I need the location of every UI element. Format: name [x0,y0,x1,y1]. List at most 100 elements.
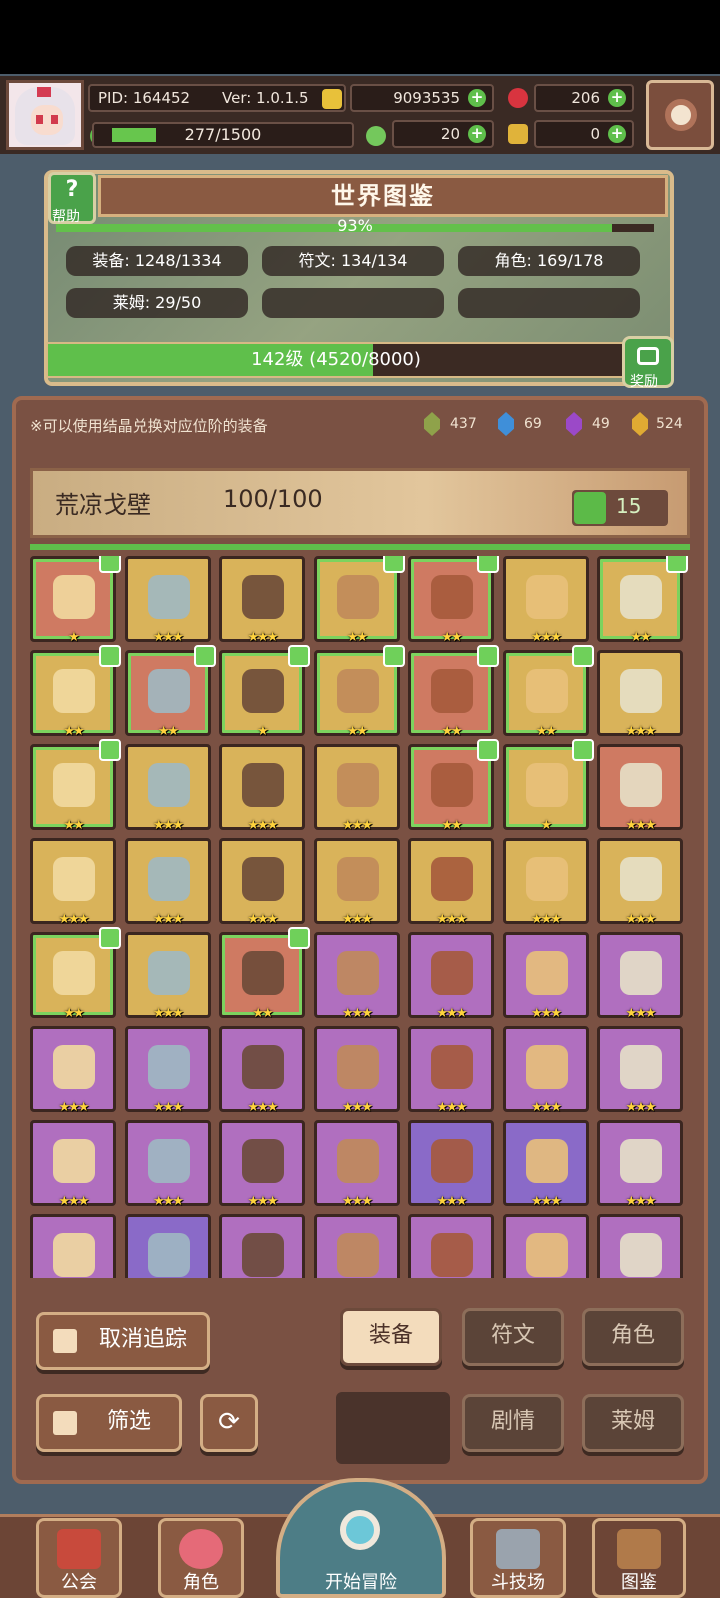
tab-characters[interactable]: 角色 [582,1308,684,1366]
item-cell[interactable]: ★★★ [597,744,683,833]
item-cell[interactable]: ★★★ [597,1026,683,1115]
item-cell[interactable]: ★★ [313,556,405,645]
item-cell[interactable]: ★★ [408,556,499,645]
item-icon [147,1233,190,1277]
item-cell[interactable]: ★★ [408,739,499,833]
item-icon [336,1139,379,1183]
gem-plus-button[interactable]: + [608,89,626,107]
item-cell[interactable]: ★ [502,739,594,833]
item-icon [525,951,568,995]
item-cell[interactable]: ★★★ [219,556,305,645]
item-cell[interactable]: ★ [219,645,310,739]
item-cell[interactable]: ★★★ [597,650,683,739]
tab-equipment[interactable]: 装备 [340,1308,442,1366]
item-icon [336,763,379,807]
item-cell[interactable]: ★★★ [408,838,494,927]
item-icon [620,1045,662,1089]
untrack-button[interactable]: 取消追踪 [36,1312,210,1370]
item-cell[interactable]: ★★★ [597,1120,683,1209]
gold-coin-icon [322,89,342,109]
atlas-title: 世界图鉴 [331,182,435,210]
item-cell[interactable]: ★★★ [124,1120,211,1209]
avatar-bow [37,87,51,97]
item-cell[interactable]: ★★★ [313,744,400,833]
item-icon [53,857,95,901]
item-cell[interactable]: ★★★ [30,1026,116,1115]
item-cell[interactable]: ★★ [219,927,310,1021]
item-cell[interactable]: ★★ [124,645,216,739]
item-cell[interactable]: ★★ [30,645,121,739]
item-cell[interactable]: ★★★ [313,932,400,1021]
item-cell[interactable]: ★★★ [219,1026,305,1115]
item-cell[interactable] [124,1214,211,1278]
tracked-thumb-icon [382,556,405,573]
item-cell[interactable]: ★★★ [124,838,211,927]
stat-runes: 符文: 134/134 [262,246,444,276]
item-cell[interactable]: ★★★ [219,744,305,833]
item-cell[interactable]: ★★★ [502,1026,589,1115]
gold-crystal-value: 524 [656,416,683,432]
tracked-thumb-icon [571,645,594,667]
item-cell[interactable]: ★★★ [313,1026,400,1115]
item-cell[interactable]: ★★★ [219,1120,305,1209]
gold-plus-button[interactable]: + [468,89,486,107]
item-cell[interactable]: ★★ [313,645,405,739]
item-cell[interactable]: ★★★ [124,744,211,833]
item-icon [525,575,568,619]
item-cell[interactable]: ★★ [502,645,594,739]
tab-story[interactable]: 剧情 [462,1394,564,1452]
item-cell[interactable] [219,1214,305,1278]
item-stars: ★★★ [625,1006,657,1021]
item-stars: ★★★ [436,1194,468,1209]
tracked-thumb-icon [477,556,499,573]
item-cell[interactable] [502,1214,589,1278]
item-icon [147,763,190,807]
item-icon [525,1139,568,1183]
item-cell[interactable]: ★★★ [313,838,400,927]
item-cell[interactable]: ★★ [30,739,121,833]
item-cell[interactable] [313,1214,400,1278]
item-cell[interactable]: ★★★ [30,838,116,927]
item-cell[interactable]: ★★ [408,645,499,739]
item-cell[interactable] [408,1214,494,1278]
item-cell[interactable]: ★★★ [597,838,683,927]
item-cell[interactable]: ★ [30,556,121,645]
item-cell[interactable]: ★★★ [408,1120,494,1209]
clover-plus-button[interactable]: + [468,125,486,143]
stat-empty-2 [458,288,640,318]
item-cell[interactable]: ★★★ [124,556,211,645]
item-cell[interactable]: ★★★ [313,1120,400,1209]
gift-icon [637,347,659,365]
key-plus-button[interactable]: + [608,125,626,143]
item-cell[interactable]: ★★★ [124,1026,211,1115]
item-cell[interactable]: ★★★ [30,1120,116,1209]
nav-arena-label: 斗技场 [491,1572,545,1593]
item-cell[interactable]: ★★★ [124,932,211,1021]
item-cell[interactable]: ★★ [30,927,121,1021]
refresh-button[interactable]: ⟳ [200,1394,258,1452]
start-adventure-label: 开始冒险 [325,1572,397,1593]
item-cell[interactable]: ★★★ [502,838,589,927]
item-cell[interactable]: ★★★ [502,556,589,645]
region-like-box[interactable]: 15 [572,490,668,526]
item-cell[interactable] [30,1214,116,1278]
tab-runes[interactable]: 符文 [462,1308,564,1366]
item-cell[interactable]: ★★★ [502,1120,589,1209]
item-cell[interactable] [597,1214,683,1278]
item-icon [242,669,284,713]
red-gem-icon [508,88,528,108]
clover-value: 20 [440,125,460,143]
item-cell[interactable]: ★★★ [597,932,683,1021]
item-cell[interactable]: ★★★ [502,932,589,1021]
player-avatar[interactable] [6,80,84,150]
item-cell[interactable]: ★★ [597,556,688,645]
item-icon [147,575,190,619]
item-cell[interactable]: ★★★ [408,1026,494,1115]
settings-button[interactable] [646,80,714,150]
item-cell[interactable]: ★★★ [219,838,305,927]
item-icon [147,1139,190,1183]
filter-button[interactable]: 筛选 [36,1394,182,1452]
tab-slimes[interactable]: 莱姆 [582,1394,684,1452]
item-stars: ★★★ [342,1100,373,1115]
item-cell[interactable]: ★★★ [408,932,494,1021]
